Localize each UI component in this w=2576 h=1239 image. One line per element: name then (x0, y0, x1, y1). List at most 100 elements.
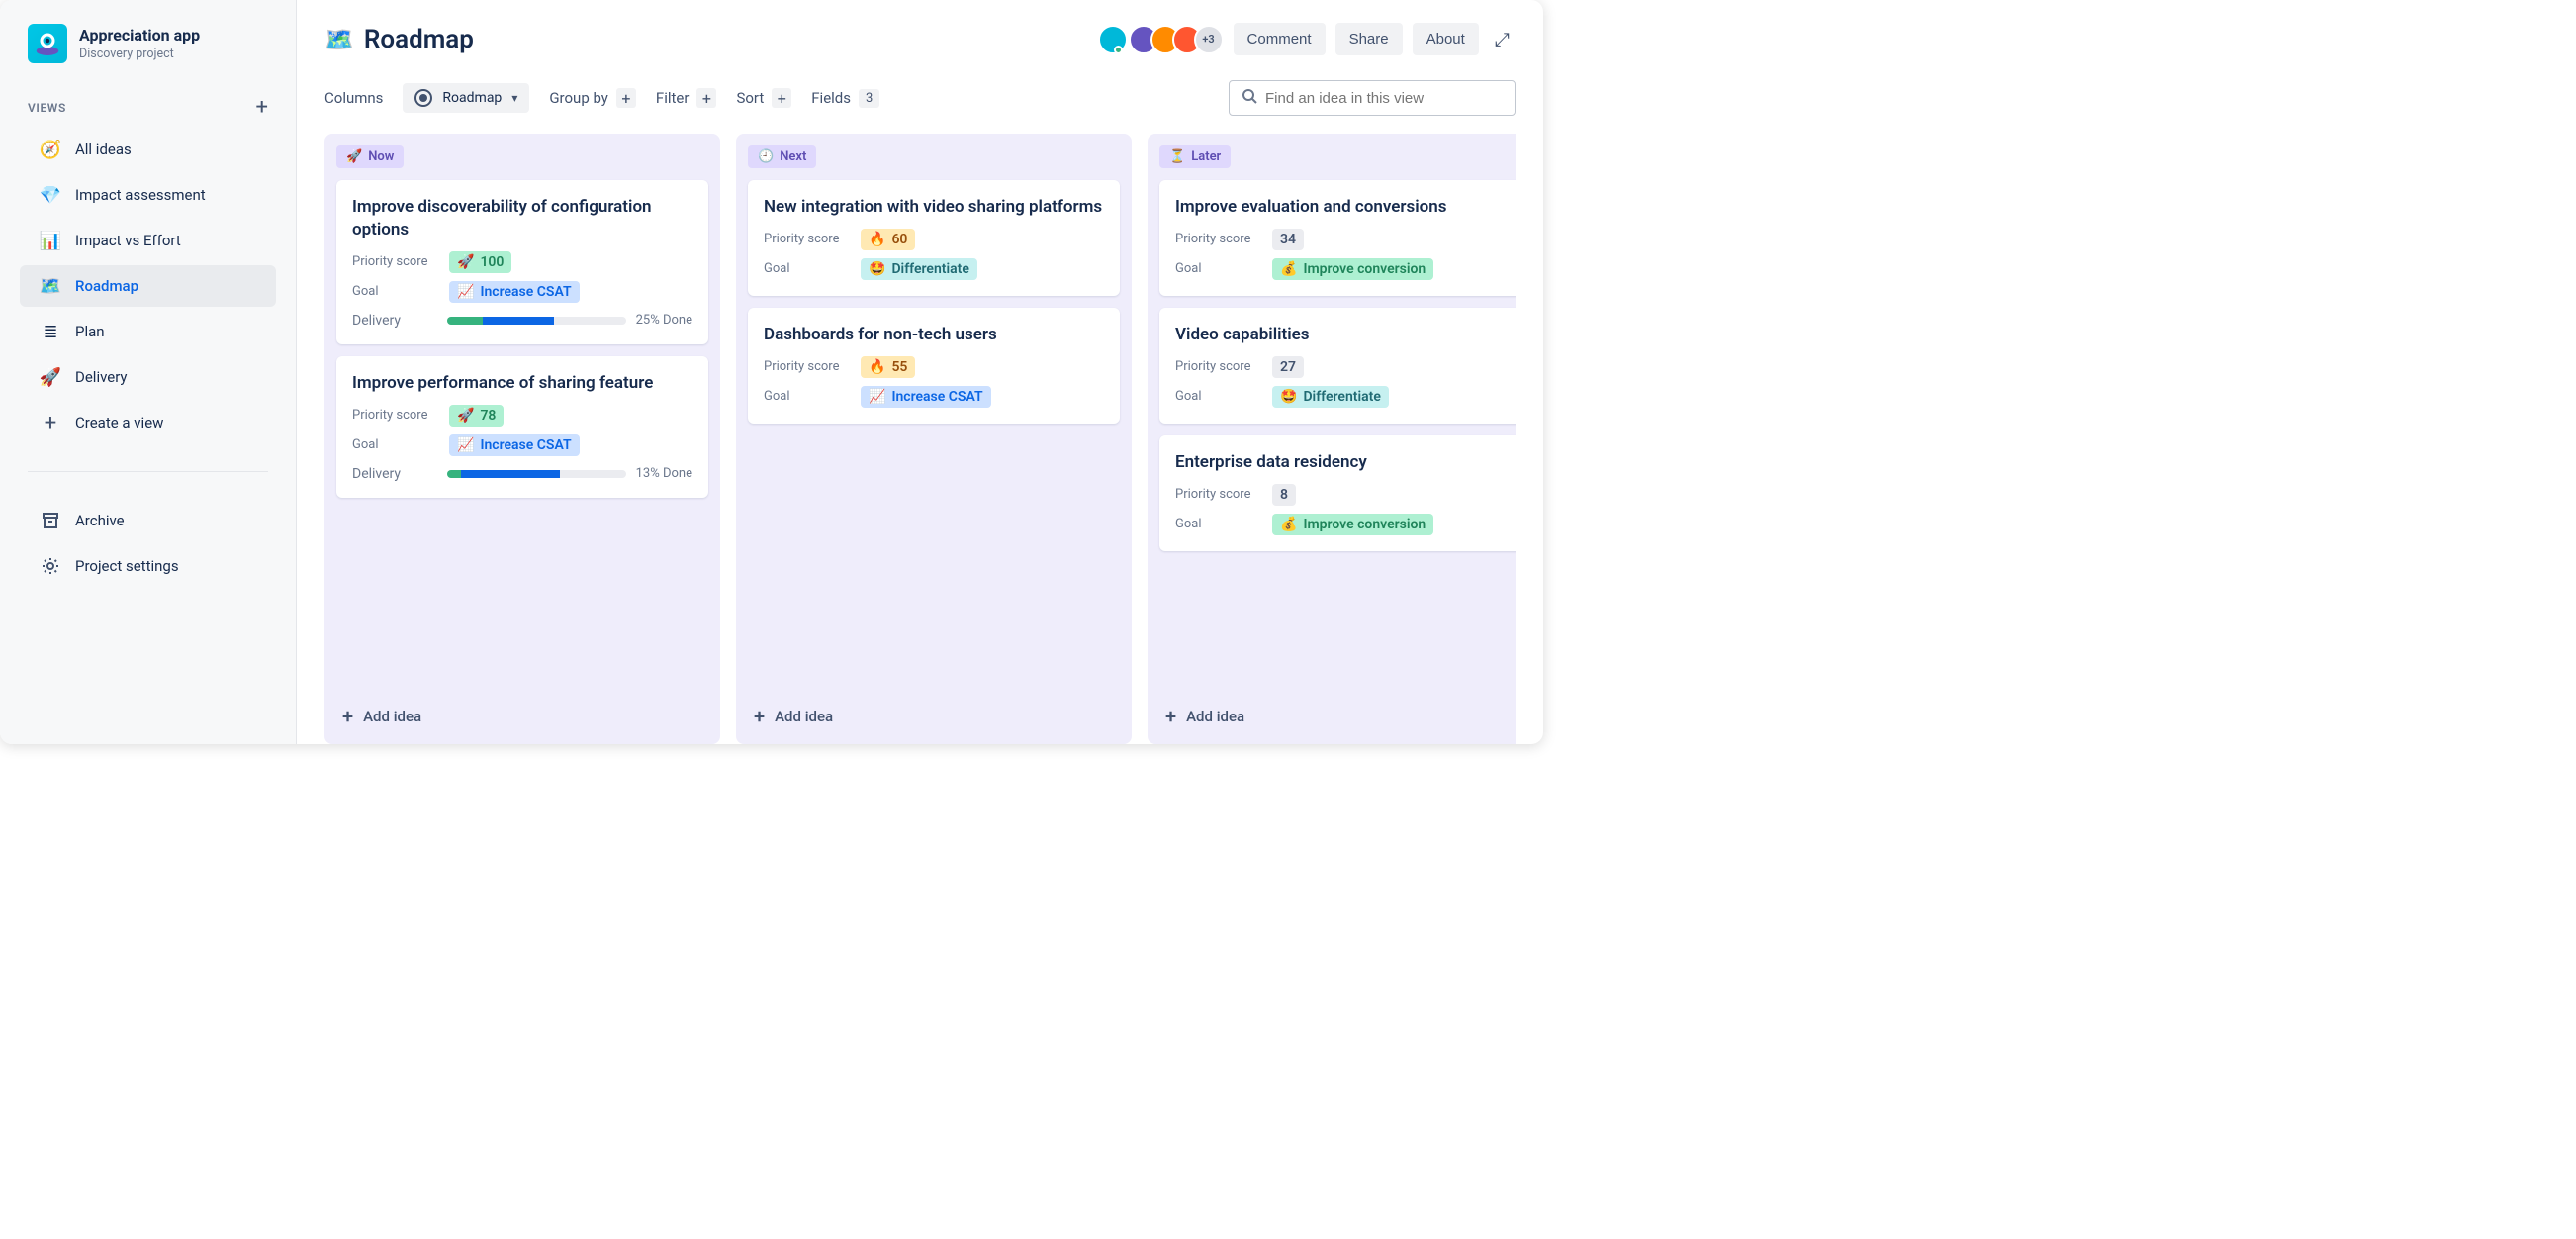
avatars-overflow[interactable]: +3 (1194, 25, 1224, 54)
column-header[interactable]: ⏳ Later (1159, 145, 1231, 168)
columns-label[interactable]: Columns (324, 89, 383, 107)
goal-badge: 📈Increase CSAT (449, 281, 580, 303)
topbar: 🗺️ Roadmap +3 Comment Share About ⤢ (324, 22, 1516, 56)
priority-badge: 🚀 78 (449, 405, 504, 427)
column-icon: ⏳ (1169, 149, 1185, 164)
goal-text: Differentiate (1303, 389, 1380, 405)
search-input-wrapper[interactable] (1229, 80, 1516, 116)
priority-label: Priority score (1175, 359, 1260, 374)
column-header[interactable]: 🕘Next (748, 145, 816, 168)
idea-card[interactable]: Dashboards for non-tech usersPriority sc… (748, 308, 1120, 424)
sidebar-item-all-ideas[interactable]: 🧭 All ideas (20, 129, 276, 170)
share-button[interactable]: Share (1335, 23, 1403, 55)
priority-badge: 34 (1272, 229, 1304, 250)
sidebar-item-archive[interactable]: Archive (20, 500, 276, 541)
project-header[interactable]: Appreciation app Discovery project (8, 20, 288, 79)
priority-badge: 8 (1272, 484, 1296, 506)
sidebar-item-label: Impact vs Effort (75, 232, 181, 249)
goal-badge: 💰 Improve conversion (1272, 514, 1433, 535)
priority-badge: 🚀100 (449, 251, 511, 273)
sidebar-item-label: All ideas (75, 141, 132, 158)
page-title: Roadmap (364, 25, 474, 54)
priority-value: 100 (480, 254, 504, 270)
idea-card[interactable]: New integration with video sharing platf… (748, 180, 1120, 296)
badge-icon: 🔥 (869, 359, 885, 375)
column-header[interactable]: 🚀Now (336, 145, 404, 168)
goal-icon: 📈 (869, 389, 885, 405)
compass-icon: 🧭 (40, 139, 61, 160)
column-icon: 🚀 (346, 149, 362, 164)
idea-card[interactable]: Improve evaluation and conversionsPriori… (1159, 180, 1516, 296)
filter-control[interactable]: Filter + (656, 88, 717, 108)
sidebar-item-settings[interactable]: Project settings (20, 545, 276, 587)
divider (28, 471, 268, 472)
sidebar-item-label: Impact assessment (75, 186, 206, 204)
add-idea-button[interactable]: +Add idea (336, 693, 708, 732)
presence-avatars[interactable]: +3 (1106, 25, 1224, 54)
priority-label: Priority score (764, 232, 849, 246)
plus-icon: + (772, 88, 791, 108)
add-idea-label: Add idea (775, 708, 833, 725)
sidebar-item-label: Create a view (75, 414, 163, 431)
add-idea-label: Add idea (1186, 708, 1244, 725)
groupby-control[interactable]: Group by + (549, 88, 636, 108)
goal-label: Goal (764, 261, 849, 276)
priority-badge: 🔥55 (861, 356, 915, 378)
priority-label: Priority score (352, 254, 437, 269)
idea-card[interactable]: Improve performance of sharing featurePr… (336, 356, 708, 498)
board-column: ⏳ Later Improve evaluation and conversions… (1148, 134, 1516, 744)
create-view-button[interactable]: + Create a view (20, 402, 276, 443)
sort-control[interactable]: Sort + (736, 88, 791, 108)
gear-icon (40, 555, 61, 577)
views-label: VIEWS (28, 101, 66, 115)
column-name: Next (780, 149, 806, 164)
card-title: Dashboards for non-tech users (764, 324, 1104, 346)
page-icon: 🗺️ (324, 26, 354, 53)
sidebar-item-label: Plan (75, 323, 105, 340)
fields-control[interactable]: Fields 3 (811, 89, 879, 108)
chevron-down-icon: ▾ (511, 91, 517, 105)
add-view-button[interactable]: + (256, 97, 268, 119)
goal-text: Increase CSAT (480, 437, 571, 453)
expand-icon[interactable]: ⤢ (1489, 22, 1516, 56)
columns-value: Roadmap (442, 90, 502, 106)
sidebar-item-impact-vs-effort[interactable]: 📊 Impact vs Effort (20, 220, 276, 261)
plus-icon: + (342, 705, 353, 728)
idea-card[interactable]: Enterprise data residencyPriority score8… (1159, 435, 1516, 551)
sidebar-item-delivery[interactable]: 🚀 Delivery (20, 356, 276, 398)
column-name: Later (1191, 149, 1221, 164)
comment-button[interactable]: Comment (1234, 23, 1326, 55)
archive-icon (40, 510, 61, 531)
priority-badge: 🔥60 (861, 229, 915, 250)
goal-label: Goal (764, 389, 849, 404)
goal-text: Differentiate (891, 261, 968, 277)
priority-value: 27 (1280, 359, 1296, 375)
sidebar-item-roadmap[interactable]: 🗺️ Roadmap (20, 265, 276, 307)
sidebar-item-plan[interactable]: ≣ Plan (20, 311, 276, 352)
idea-card[interactable]: Improve discoverability of configuration… (336, 180, 708, 344)
priority-label: Priority score (352, 408, 437, 423)
goal-badge: 📈Increase CSAT (449, 434, 580, 456)
presence-dot (1114, 46, 1123, 54)
badge-icon: 🔥 (869, 232, 885, 247)
goal-text: Improve conversion (1303, 517, 1426, 532)
priority-badge: 27 (1272, 356, 1304, 378)
progress-text: 13% Done (636, 466, 692, 481)
avatar[interactable] (1098, 25, 1128, 54)
priority-value: 78 (480, 408, 496, 424)
badge-icon: 🚀 (457, 408, 474, 424)
progress-bar (447, 317, 626, 325)
about-button[interactable]: About (1413, 23, 1479, 55)
project-logo (28, 24, 67, 63)
sidebar-item-impact-assessment[interactable]: 💎 Impact assessment (20, 174, 276, 216)
add-idea-button[interactable]: +Add idea (748, 693, 1120, 732)
idea-card[interactable]: Video capabilitiesPriority score27Goal🤩D… (1159, 308, 1516, 424)
search-input[interactable] (1265, 90, 1503, 107)
progress-bar (447, 470, 626, 478)
sidebar: Appreciation app Discovery project VIEWS… (0, 0, 297, 744)
add-idea-button[interactable]: +Add idea (1159, 693, 1516, 732)
goal-icon: 💰 (1280, 517, 1297, 532)
goal-icon: 🤩 (1280, 389, 1297, 405)
priority-label: Priority score (1175, 487, 1260, 502)
columns-dropdown[interactable]: Roadmap ▾ (403, 83, 529, 113)
